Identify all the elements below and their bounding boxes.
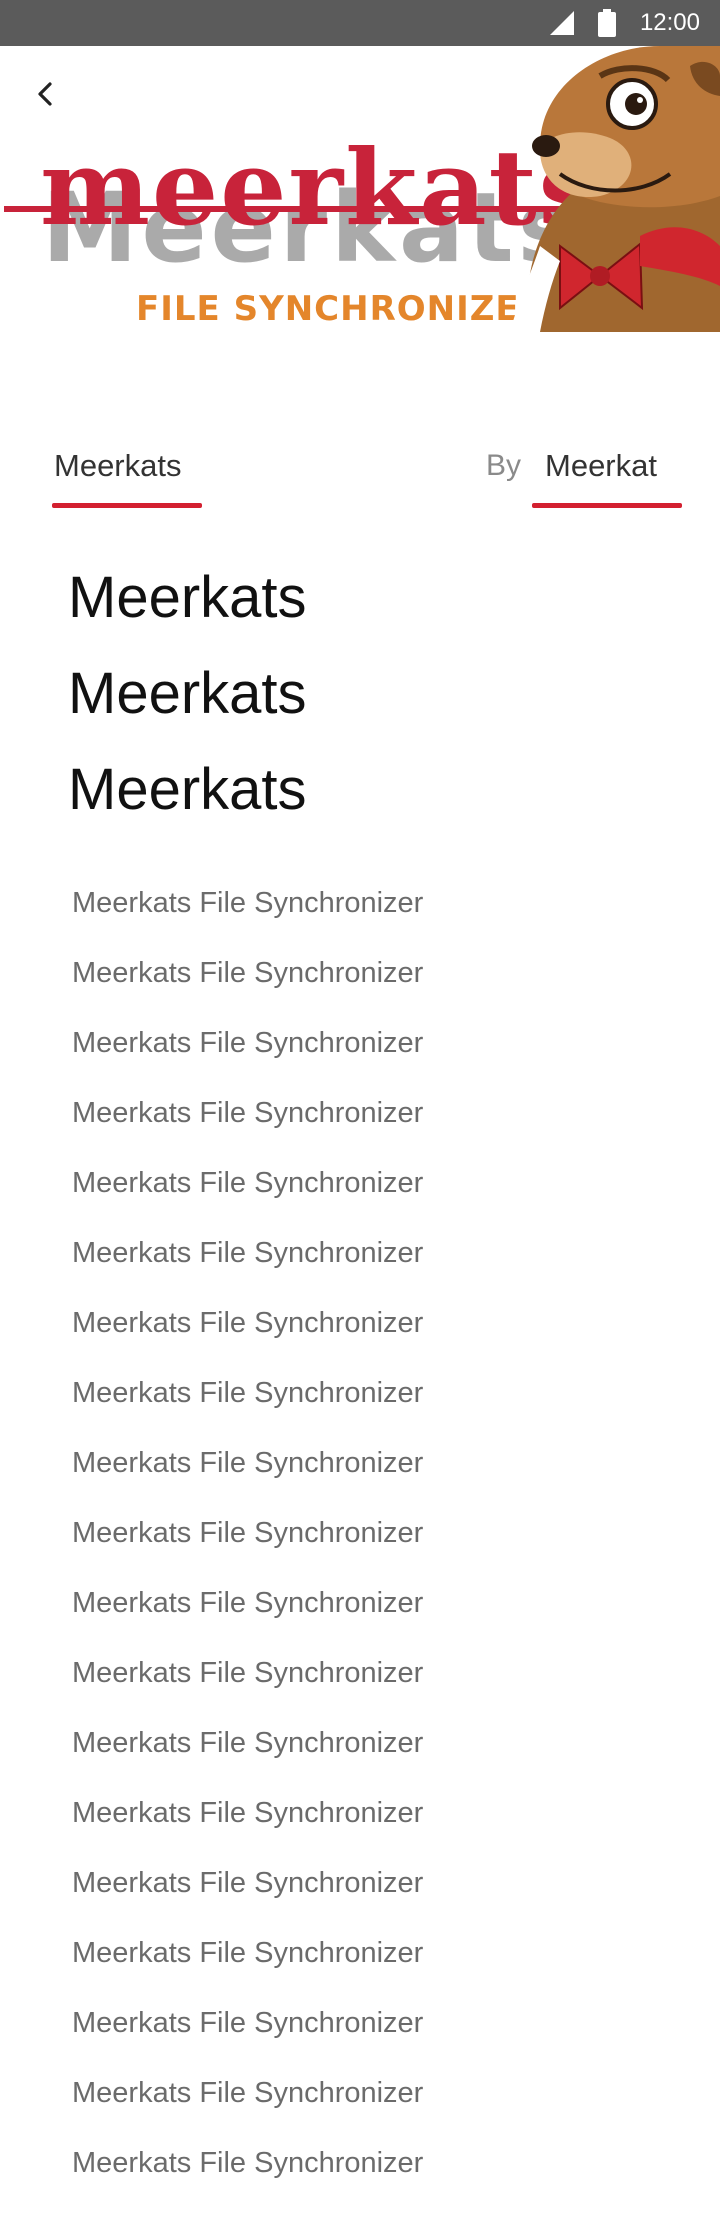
title-block: Meerkats Meerkats Meerkats: [68, 550, 307, 838]
svg-text:FILE SYNCHRONIZER: FILE SYNCHRONIZER: [136, 289, 547, 329]
author-link[interactable]: Meerkat: [532, 440, 682, 510]
description-line: Meerkats File Synchronizer: [72, 1587, 424, 1619]
description-line: Meerkats File Synchronizer: [72, 1517, 424, 1549]
description-line: Meerkats File Synchronizer: [72, 2147, 424, 2179]
description-line: Meerkats File Synchronizer: [72, 2007, 424, 2039]
header-banner: Meerkats meerkats FILE SYNCHRONIZER: [0, 46, 720, 332]
svg-text:meerkats: meerkats: [40, 126, 599, 249]
description-line: Meerkats File Synchronizer: [72, 1237, 424, 1269]
signal-icon: [550, 11, 574, 35]
title-line: Meerkats: [68, 661, 307, 726]
description-line: Meerkats File Synchronizer: [72, 2077, 424, 2109]
description-line: Meerkats File Synchronizer: [72, 1307, 424, 1339]
app-name-tag: Meerkats: [52, 440, 202, 510]
app-name-label: Meerkats: [54, 448, 182, 483]
description-line: Meerkats File Synchronizer: [72, 1797, 424, 1829]
description-line: Meerkats File Synchronizer: [72, 887, 424, 919]
meerkats-logo: Meerkats meerkats FILE SYNCHRONIZER: [4, 46, 720, 332]
author-label: Meerkat: [545, 448, 657, 483]
description-line: Meerkats File Synchronizer: [72, 1727, 424, 1759]
description-line: Meerkats File Synchronizer: [72, 1447, 424, 1479]
description-line: Meerkats File Synchronizer: [72, 1027, 424, 1059]
battery-icon: [598, 9, 616, 37]
back-arrow-icon: [38, 82, 52, 106]
title-line: Meerkats: [68, 565, 307, 630]
description-line: Meerkats File Synchronizer: [72, 1167, 424, 1199]
description-line: Meerkats File Synchronizer: [72, 957, 424, 989]
description-line: Meerkats File Synchronizer: [72, 1377, 424, 1409]
description-line: Meerkats File Synchronizer: [72, 1867, 424, 1899]
description-line: Meerkats File Synchronizer: [72, 1657, 424, 1689]
description-list: Meerkats File Synchronizer Meerkats File…: [72, 868, 423, 2198]
author-underline: [532, 503, 682, 508]
status-bar: 12:00: [0, 0, 720, 46]
by-label: By: [486, 449, 522, 482]
description-line: Meerkats File Synchronizer: [72, 1937, 424, 1969]
title-line: Meerkats: [68, 757, 307, 822]
status-time: 12:00: [639, 9, 700, 36]
back-button[interactable]: [22, 70, 70, 118]
app-name-underline: [52, 503, 202, 508]
description-line: Meerkats File Synchronizer: [72, 1097, 424, 1129]
